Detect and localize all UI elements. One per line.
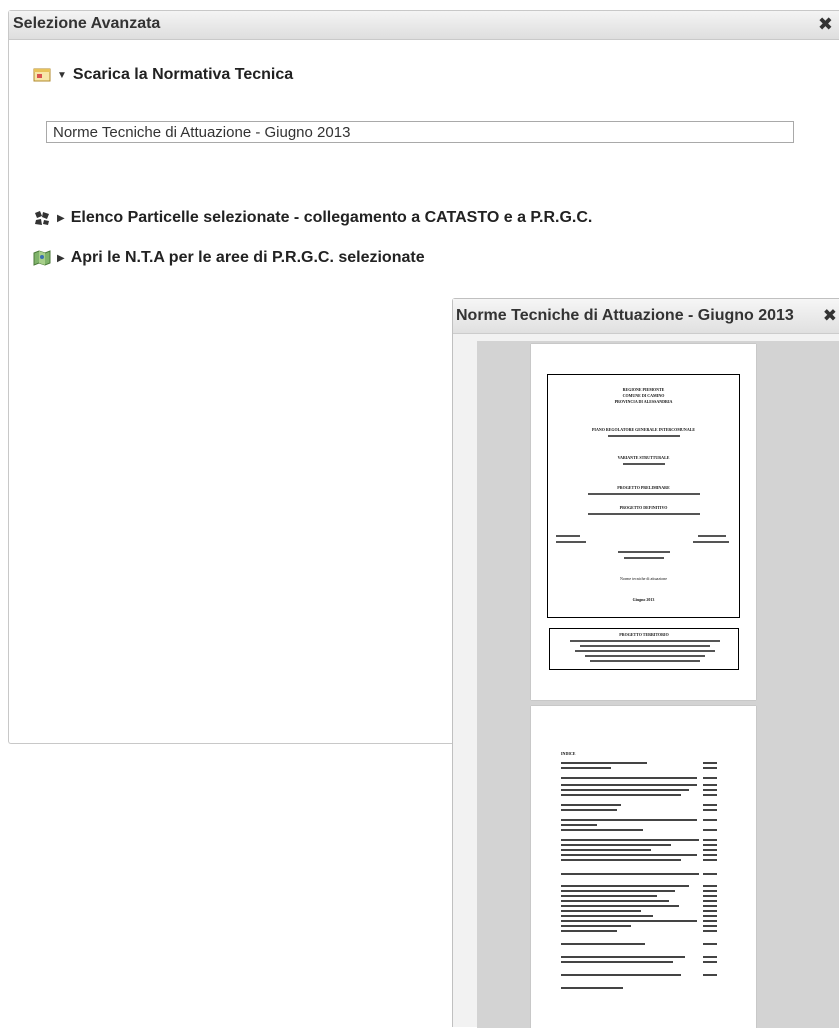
panel-header: Selezione Avanzata ✖	[9, 11, 839, 40]
cover-frame: REGIONE PIEMONTE COMUNE DI CAMINO PROVIN…	[547, 374, 740, 618]
panel-title: Selezione Avanzata	[13, 15, 161, 32]
plan-text: PIANO REGOLATORE GENERALE INTERCOMUNALE	[591, 427, 696, 432]
pdf-page: INDICE	[531, 706, 756, 1028]
pdf-viewer-window[interactable]: Norme Tecniche di Attuazione - Giugno 20…	[452, 298, 839, 1028]
document-link[interactable]: Norme Tecniche di Attuazione - Giugno 20…	[46, 121, 794, 143]
prog-prelim-text: PROGETTO PRELIMINARE	[617, 485, 670, 490]
comune-text: COMUNE DI CAMINO	[622, 393, 665, 398]
chevron-right-icon[interactable]: ▶	[57, 213, 65, 224]
region-text: REGIONE PIEMONTE	[622, 387, 665, 392]
chevron-right-icon[interactable]: ▶	[57, 253, 65, 264]
menu-item-elenco-particelle[interactable]: ▶ Elenco Particelle selezionate - colleg…	[33, 209, 592, 227]
date-text: Giugno 2013	[632, 597, 655, 602]
close-icon[interactable]: ✖	[823, 306, 837, 326]
doc-title-text: Norme tecniche di attuazione	[620, 576, 667, 581]
footer-title: PROGETTO TERRITORIO	[619, 632, 669, 637]
pdf-viewport[interactable]: REGIONE PIEMONTE COMUNE DI CAMINO PROVIN…	[477, 341, 839, 1028]
pdf-window-title: Norme Tecniche di Attuazione - Giugno 20…	[456, 307, 794, 324]
toc-heading: INDICE	[561, 751, 576, 756]
download-doc-icon	[33, 67, 51, 83]
pdf-page: REGIONE PIEMONTE COMUNE DI CAMINO PROVIN…	[531, 344, 756, 700]
prog-def-text: PROGETTO DEFINITIVO	[619, 505, 668, 510]
variante-text: VARIANTE STRUTTURALE	[617, 455, 670, 460]
parcels-icon	[33, 210, 51, 226]
close-icon[interactable]: ✖	[818, 14, 833, 34]
map-icon	[33, 250, 51, 266]
menu-item-download-normativa[interactable]: ▼ Scarica la Normativa Tecnica	[33, 66, 293, 84]
menu-item-label: Apri le N.T.A per le aree di P.R.G.C. se…	[70, 249, 425, 266]
footer-frame: PROGETTO TERRITORIO	[549, 628, 739, 670]
menu-item-label: Elenco Particelle selezionate - collegam…	[70, 209, 593, 226]
menu-item-label: Scarica la Normativa Tecnica	[72, 66, 294, 83]
provincia-text: PROVINCIA DI ALESSANDRIA	[614, 399, 673, 404]
chevron-down-icon[interactable]: ▼	[57, 70, 67, 81]
pdf-window-header[interactable]: Norme Tecniche di Attuazione - Giugno 20…	[453, 299, 839, 334]
menu-item-apri-nta[interactable]: ▶ Apri le N.T.A per le aree di P.R.G.C. …	[33, 249, 425, 267]
